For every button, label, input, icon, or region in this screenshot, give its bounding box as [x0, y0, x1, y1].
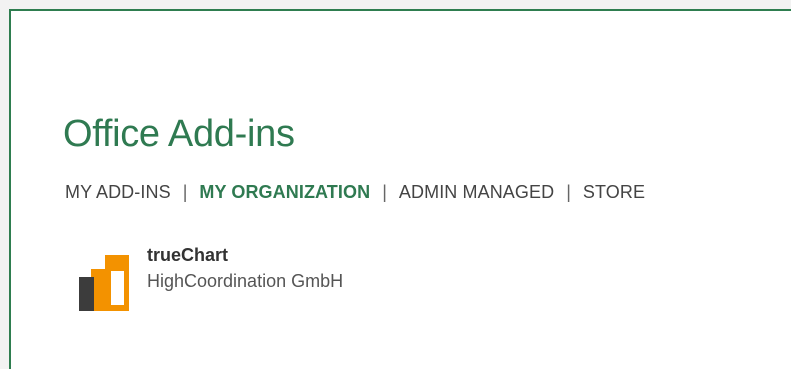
addin-item-truechart[interactable]: trueChart HighCoordination GmbH	[77, 241, 343, 315]
truechart-logo-icon	[79, 255, 129, 311]
addin-publisher: HighCoordination GmbH	[147, 271, 344, 291]
addin-name: trueChart	[147, 245, 229, 265]
addin-text: trueChart HighCoordination GmbH	[147, 243, 343, 295]
tab-my-organization[interactable]: MY ORGANIZATION	[199, 182, 370, 203]
tab-admin-managed[interactable]: ADMIN MANAGED	[399, 182, 554, 203]
tab-store[interactable]: STORE	[583, 182, 645, 203]
office-addins-dialog: Office Add-ins MY ADD-INS | MY ORGANIZAT…	[9, 9, 791, 369]
tab-my-add-ins[interactable]: MY ADD-INS	[65, 182, 171, 203]
tab-separator: |	[566, 182, 571, 202]
tab-bar: MY ADD-INS | MY ORGANIZATION | ADMIN MAN…	[65, 182, 645, 203]
tab-separator: |	[182, 182, 188, 202]
page-title: Office Add-ins	[63, 113, 295, 155]
tab-separator: |	[382, 182, 387, 202]
